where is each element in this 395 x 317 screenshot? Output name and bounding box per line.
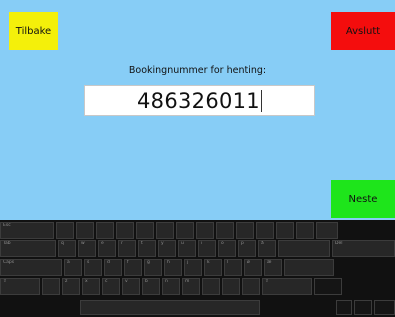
back-button[interactable]: Tilbake xyxy=(9,12,58,50)
keyboard-key[interactable]: e xyxy=(98,240,116,257)
keyboard-key[interactable] xyxy=(76,222,94,239)
keyboard-key[interactable] xyxy=(336,300,352,315)
keyboard-key[interactable]: p xyxy=(238,240,256,257)
keyboard-key[interactable] xyxy=(116,222,134,239)
keyboard-key[interactable]: r xyxy=(118,240,136,257)
keyboard-key[interactable]: g xyxy=(144,259,162,276)
keyboard-key[interactable]: æ xyxy=(264,259,282,276)
keyboard-key[interactable]: x xyxy=(82,278,100,295)
keyboard-key[interactable] xyxy=(42,278,60,295)
keyboard-key[interactable] xyxy=(354,300,372,315)
keyboard-key[interactable]: a xyxy=(64,259,82,276)
keyboard-key[interactable]: n xyxy=(162,278,180,295)
keyboard-key[interactable] xyxy=(242,278,260,295)
keyboard-key[interactable] xyxy=(196,222,214,239)
keyboard-key[interactable] xyxy=(316,222,338,239)
booking-prompt: Bookingnummer for henting: xyxy=(128,65,267,76)
keyboard-key[interactable]: d xyxy=(104,259,122,276)
keyboard-key[interactable] xyxy=(156,222,174,239)
keyboard-key[interactable]: h xyxy=(164,259,182,276)
keyboard-key[interactable] xyxy=(276,222,294,239)
exit-button-label: Avslutt xyxy=(345,25,381,37)
keyboard-key[interactable]: b xyxy=(142,278,160,295)
text-caret xyxy=(260,89,262,112)
keyboard-key[interactable]: Del xyxy=(332,240,395,257)
keyboard-key[interactable]: z xyxy=(62,278,80,295)
keyboard-key[interactable]: w xyxy=(78,240,96,257)
keyboard-key[interactable]: o xyxy=(218,240,236,257)
keyboard-key[interactable] xyxy=(176,222,194,239)
keyboard-key[interactable] xyxy=(374,300,395,315)
keyboard-key[interactable] xyxy=(56,222,74,239)
keyboard-key[interactable] xyxy=(236,222,254,239)
keyboard-key[interactable] xyxy=(284,259,334,276)
keyboard-key[interactable]: c xyxy=(102,278,120,295)
keyboard-key[interactable]: Esc xyxy=(0,222,54,239)
keyboard-key[interactable] xyxy=(202,278,220,295)
keyboard-key[interactable]: v xyxy=(122,278,140,295)
keyboard-key[interactable] xyxy=(256,222,274,239)
keyboard-key[interactable]: ø xyxy=(244,259,262,276)
keyboard-key[interactable] xyxy=(314,278,342,295)
keyboard-key[interactable]: t xyxy=(138,240,156,257)
exit-button[interactable]: Avslutt xyxy=(331,12,395,50)
keyboard-key[interactable]: y xyxy=(158,240,176,257)
keyboard-key[interactable]: å xyxy=(258,240,276,257)
keyboard-key[interactable]: ⇧ xyxy=(262,278,312,295)
keyboard-key[interactable] xyxy=(136,222,154,239)
next-button[interactable]: Neste xyxy=(331,180,395,218)
keyboard-key[interactable] xyxy=(216,222,234,239)
keyboard-key[interactable]: i xyxy=(198,240,216,257)
booking-number-field[interactable]: 486326011 xyxy=(84,85,315,116)
keyboard-key[interactable]: s xyxy=(84,259,102,276)
keyboard-key[interactable]: Caps xyxy=(0,259,62,276)
keyboard-key[interactable]: f xyxy=(124,259,142,276)
on-screen-keyboard: Esc Tab q w e r t y u i o p å Del Caps a s d f g h j k l ø æ ⇧ z x c v… xyxy=(0,220,395,317)
keyboard-key[interactable]: ⇧ xyxy=(0,278,40,295)
keyboard-key[interactable] xyxy=(80,300,260,315)
back-button-label: Tilbake xyxy=(15,25,52,37)
keyboard-key[interactable]: q xyxy=(58,240,76,257)
keyboard-key[interactable]: m xyxy=(182,278,200,295)
keyboard-key[interactable]: k xyxy=(204,259,222,276)
keyboard-key[interactable] xyxy=(96,222,114,239)
keyboard-key[interactable]: Tab xyxy=(0,240,56,257)
keyboard-key[interactable] xyxy=(222,278,240,295)
keyboard-key[interactable]: j xyxy=(184,259,202,276)
keyboard-key[interactable]: l xyxy=(224,259,242,276)
keyboard-key[interactable]: u xyxy=(178,240,196,257)
booking-number-value: 486326011 xyxy=(137,88,260,113)
keyboard-key[interactable] xyxy=(296,222,314,239)
next-button-label: Neste xyxy=(348,193,378,205)
keyboard-key[interactable] xyxy=(278,240,330,257)
